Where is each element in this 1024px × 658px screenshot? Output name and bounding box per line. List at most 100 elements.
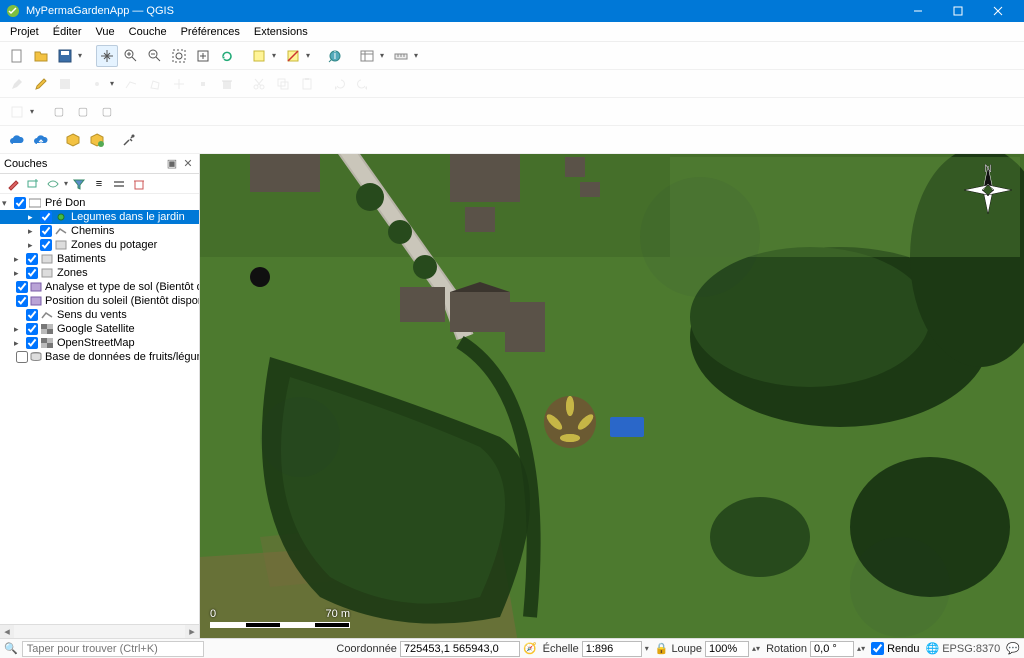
layer-checkbox[interactable] (26, 253, 38, 265)
expand-icon[interactable]: ▸ (14, 324, 24, 335)
deselect-button[interactable] (282, 45, 304, 67)
dropdown-icon[interactable]: ▾ (64, 179, 68, 188)
layer-row[interactable]: ▸Zones du potager (0, 238, 199, 252)
layer-row[interactable]: Position du soleil (Bientôt disponible) (0, 294, 199, 308)
package-button-1[interactable] (62, 129, 84, 151)
layer-checkbox[interactable] (16, 295, 28, 307)
scroll-left-icon[interactable]: ◂ (0, 625, 14, 638)
coord-value[interactable]: 725453,1 565943,0 (400, 641, 520, 657)
cut-button (248, 73, 270, 95)
layer-row[interactable]: ▸Chemins (0, 224, 199, 238)
layer-collapse-button[interactable] (110, 175, 128, 193)
layer-visibility-button[interactable] (44, 175, 62, 193)
dropdown-icon[interactable]: ▾ (380, 51, 388, 60)
collapse-icon[interactable]: ▾ (2, 198, 12, 209)
menu-couche[interactable]: Couche (123, 24, 173, 40)
layer-checkbox[interactable] (40, 239, 52, 251)
dropdown-icon[interactable]: ▾ (272, 51, 280, 60)
layer-checkbox[interactable] (40, 225, 52, 237)
layer-row[interactable]: ▸Batiments (0, 252, 199, 266)
maximize-button[interactable] (938, 0, 978, 22)
expand-icon[interactable]: ▸ (14, 254, 24, 265)
close-button[interactable] (978, 0, 1018, 22)
cloud-upload-button[interactable] (30, 129, 52, 151)
copy-button (272, 73, 294, 95)
layer-add-group-button[interactable] (24, 175, 42, 193)
package-button-2[interactable] (86, 129, 108, 151)
tools-button[interactable] (118, 129, 140, 151)
layer-type-icon (40, 253, 54, 265)
layer-checkbox[interactable] (26, 323, 38, 335)
pan-button[interactable] (96, 45, 118, 67)
layer-checkbox[interactable] (26, 267, 38, 279)
spinner-icon[interactable]: ▴▾ (752, 644, 760, 653)
panel-undock-icon[interactable]: ▣ (165, 157, 179, 171)
scroll-right-icon[interactable]: ▸ (185, 625, 199, 638)
layer-checkbox[interactable] (14, 197, 26, 209)
layer-row[interactable]: ▸Legumes dans le jardin (0, 210, 199, 224)
locator-input[interactable] (22, 641, 204, 657)
layer-style-button[interactable] (4, 175, 22, 193)
layer-checkbox[interactable] (40, 211, 52, 223)
menu-extensions[interactable]: Extensions (248, 24, 314, 40)
rotation-value[interactable]: 0,0 ° (810, 641, 854, 657)
layer-type-icon (30, 351, 42, 363)
spinner-icon[interactable]: ▴▾ (857, 644, 865, 653)
layer-type-icon (40, 267, 54, 279)
layer-checkbox[interactable] (26, 309, 38, 321)
map-canvas[interactable]: N 0 70 m (200, 154, 1024, 638)
layer-row[interactable]: Sens du vents (0, 308, 199, 322)
panel-horizontal-scrollbar[interactable]: ◂ ▸ (0, 624, 199, 638)
expand-icon[interactable]: ▸ (28, 226, 38, 237)
layer-row[interactable]: Base de données de fruits/légumes/plante… (0, 350, 199, 364)
layer-row[interactable]: Analyse et type de sol (Bientôt disponib… (0, 280, 199, 294)
select-button[interactable] (248, 45, 270, 67)
zoom-in-button[interactable] (120, 45, 142, 67)
new-project-button[interactable] (6, 45, 28, 67)
layer-filter-button[interactable] (70, 175, 88, 193)
attribute-table-button[interactable] (356, 45, 378, 67)
refresh-button[interactable] (216, 45, 238, 67)
render-checkbox[interactable] (871, 642, 884, 655)
zoom-layer-button[interactable] (192, 45, 214, 67)
open-project-button[interactable] (30, 45, 52, 67)
messages-icon[interactable]: 💬 (1006, 642, 1020, 655)
menu-editer[interactable]: Éditer (47, 24, 88, 40)
loupe-value[interactable]: 100% (705, 641, 749, 657)
lock-icon[interactable]: 🔒 (655, 642, 669, 655)
crs-value[interactable]: EPSG:8370 (942, 643, 1000, 655)
layer-row[interactable]: ▸OpenStreetMap (0, 336, 199, 350)
layers-tree[interactable]: ▾ Pré Don ▸Legumes dans le jardin▸Chemin… (0, 194, 199, 624)
menu-preferences[interactable]: Préférences (175, 24, 246, 40)
dropdown-icon[interactable]: ▾ (306, 51, 314, 60)
zoom-out-button[interactable] (144, 45, 166, 67)
dropdown-icon[interactable]: ▾ (645, 644, 649, 653)
expand-icon[interactable]: ▸ (14, 338, 24, 349)
edit-pencil-button[interactable] (30, 73, 52, 95)
tree-root-row[interactable]: ▾ Pré Don (0, 196, 199, 210)
layer-checkbox[interactable] (16, 281, 28, 293)
expand-icon[interactable]: ▸ (14, 268, 24, 279)
dropdown-icon[interactable]: ▾ (78, 51, 86, 60)
menu-vue[interactable]: Vue (90, 24, 121, 40)
zoom-full-button[interactable] (168, 45, 190, 67)
layer-expand-button[interactable]: ≡ (90, 175, 108, 193)
layer-checkbox[interactable] (26, 337, 38, 349)
layer-remove-button[interactable] (130, 175, 148, 193)
layer-checkbox[interactable] (16, 351, 28, 363)
expand-icon[interactable]: ▸ (28, 212, 38, 223)
layer-row[interactable]: ▸Zones (0, 266, 199, 280)
crs-icon[interactable]: 🌐 (926, 642, 940, 655)
panel-close-icon[interactable]: ✕ (181, 157, 195, 171)
extents-icon[interactable]: 🧭 (523, 642, 537, 655)
save-project-button[interactable] (54, 45, 76, 67)
measure-button[interactable] (390, 45, 412, 67)
minimize-button[interactable] (898, 0, 938, 22)
menu-projet[interactable]: Projet (4, 24, 45, 40)
cloud-button[interactable] (6, 129, 28, 151)
layer-row[interactable]: ▸Google Satellite (0, 322, 199, 336)
identify-button[interactable]: i (324, 45, 346, 67)
scale-value[interactable]: 1:896 (582, 641, 642, 657)
expand-icon[interactable]: ▸ (28, 240, 38, 251)
dropdown-icon[interactable]: ▾ (414, 51, 422, 60)
